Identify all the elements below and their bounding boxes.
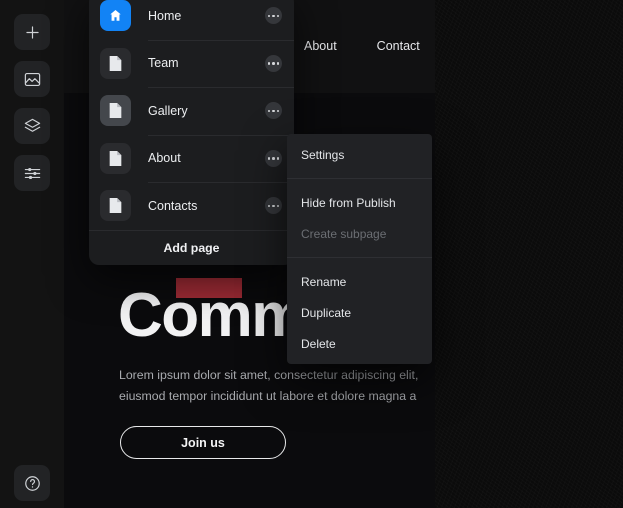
page-list-item-label: Home xyxy=(148,8,182,23)
document-icon xyxy=(109,198,122,214)
page-list-item-gallery[interactable]: Gallery xyxy=(89,87,294,135)
document-icon xyxy=(109,103,122,119)
help-icon xyxy=(24,475,40,491)
context-menu-divider xyxy=(287,257,432,258)
document-icon-badge xyxy=(100,95,131,127)
document-icon-badge xyxy=(100,190,131,222)
context-menu-group: Settings xyxy=(287,134,432,175)
context-menu-item-settings[interactable]: Settings xyxy=(287,139,432,170)
context-menu-group: Rename Duplicate Delete xyxy=(287,261,432,364)
context-menu-divider xyxy=(287,178,432,179)
ellipsis-icon-button[interactable] xyxy=(265,149,282,167)
context-menu-item-create-subpage: Create subpage xyxy=(301,226,387,241)
context-menu-item-hide-from-publish[interactable]: Hide from Publish xyxy=(287,187,432,218)
help-button-wrap xyxy=(14,465,50,501)
left-tool-rail xyxy=(0,0,64,508)
app-window: About Contact Communit Lorem ipsum dolor… xyxy=(0,0,623,508)
document-icon xyxy=(109,55,122,71)
settings-sliders-icon-button[interactable] xyxy=(14,155,50,191)
document-icon-badge xyxy=(100,142,131,174)
document-icon xyxy=(109,150,122,166)
page-context-menu: Settings Hide from Publish Create subpag… xyxy=(287,134,432,364)
layers-icon xyxy=(24,118,40,132)
pages-panel: Home Team Gallery About Contacts Add pag… xyxy=(89,0,294,265)
ellipsis-icon-button[interactable] xyxy=(265,7,282,25)
context-menu-group: Hide from Publish Create subpage xyxy=(287,182,432,254)
image-icon-button[interactable] xyxy=(14,61,50,97)
context-menu-item-duplicate[interactable]: Duplicate xyxy=(287,297,432,328)
layers-icon-button[interactable] xyxy=(14,108,50,144)
page-list-item-label: Team xyxy=(148,56,179,71)
page-list-item-label: Gallery xyxy=(148,103,188,118)
nav-links: About Contact xyxy=(304,39,420,53)
home-icon-badge xyxy=(100,0,131,32)
join-us-button[interactable]: Join us xyxy=(120,426,286,459)
page-list-item-home[interactable]: Home xyxy=(89,0,294,40)
context-menu-item-delete[interactable]: Delete xyxy=(287,328,432,359)
page-list-item-label: Contacts xyxy=(148,198,198,213)
add-icon xyxy=(25,25,39,39)
ellipsis-icon-button[interactable] xyxy=(265,197,282,215)
page-list-item-team[interactable]: Team xyxy=(89,39,294,88)
home-icon xyxy=(110,10,121,21)
nav-link-about[interactable]: About xyxy=(304,39,337,53)
add-page-button[interactable]: Add page xyxy=(89,229,294,265)
image-icon xyxy=(24,72,40,86)
page-list-item-about[interactable]: About xyxy=(89,134,294,183)
ellipsis-icon-button[interactable] xyxy=(265,102,282,120)
help-icon-button[interactable] xyxy=(14,465,50,501)
add-icon-button[interactable] xyxy=(14,14,50,50)
add-page-label: Add page xyxy=(163,240,220,255)
document-icon-badge xyxy=(100,47,131,79)
nav-link-contact[interactable]: Contact xyxy=(377,39,420,53)
ellipsis-icon-button[interactable] xyxy=(265,54,282,72)
context-menu-item-rename[interactable]: Rename xyxy=(287,266,432,297)
page-list-item-label: About xyxy=(148,151,181,166)
settings-sliders-icon xyxy=(24,167,40,179)
hero-body-text: Lorem ipsum dolor sit amet, consectetur … xyxy=(119,368,419,404)
page-list-item-contacts[interactable]: Contacts xyxy=(89,182,294,230)
